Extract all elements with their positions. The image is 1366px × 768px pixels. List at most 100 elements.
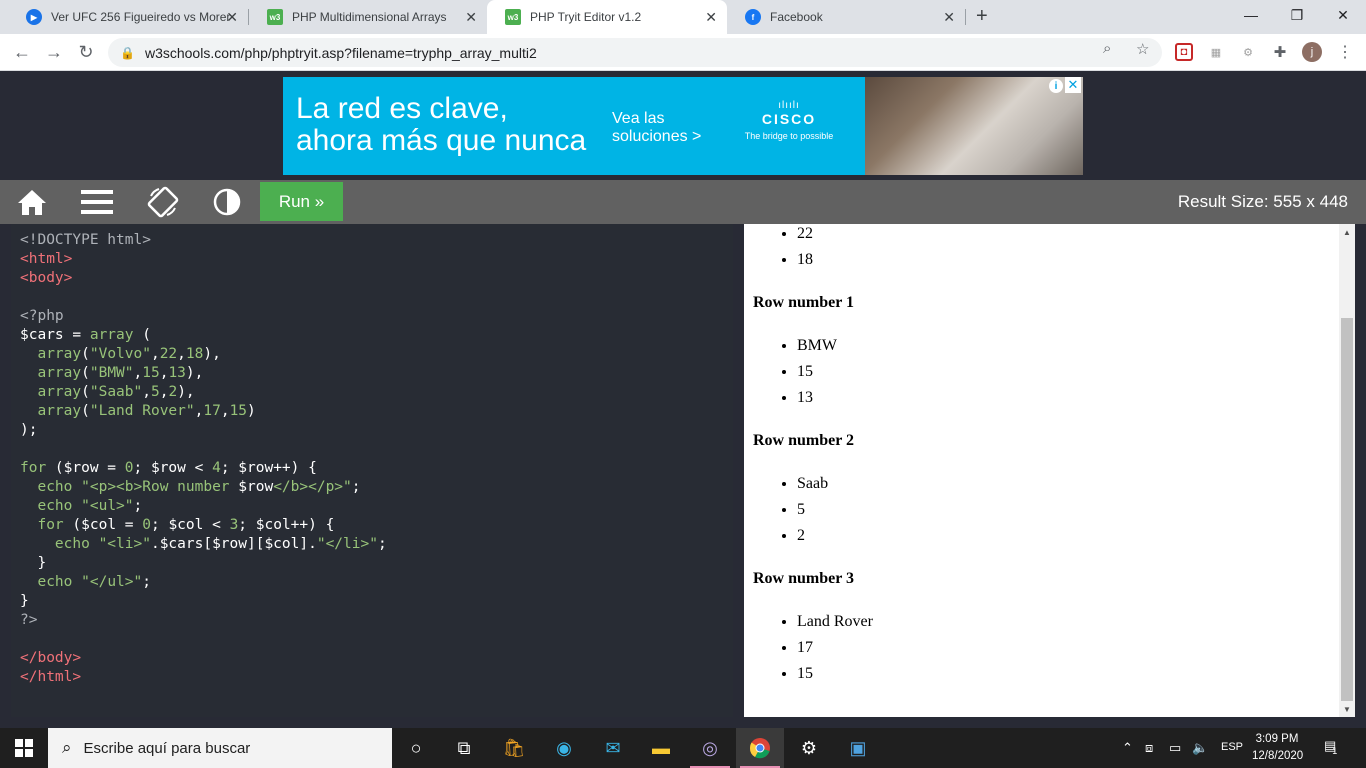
result-x: x	[1306, 192, 1315, 211]
clock-time: 3:09 PM	[1255, 733, 1299, 745]
ad-cta-line: Vea las	[612, 110, 665, 127]
close-window-button[interactable]: ✕	[1320, 0, 1366, 30]
code-line: echo "<ul>";	[37, 498, 143, 514]
volume-icon[interactable]: 🔈	[1192, 740, 1208, 756]
close-icon[interactable]: ✕	[943, 9, 955, 26]
ad-photo	[865, 77, 1083, 175]
play-icon: ▶	[26, 9, 42, 25]
ad-info-icon[interactable]: i	[1049, 79, 1063, 93]
tab-ufc[interactable]: ▶ Ver UFC 256 Figueiredo vs Moreno ✕	[8, 0, 248, 34]
gear-extension-icon[interactable]: ⚙	[1239, 43, 1257, 61]
code-editor[interactable]: <!DOCTYPE html> <html> <body> <?php $car…	[11, 224, 733, 717]
address-bar[interactable]: 🔒 w3schools.com/php/phptryit.asp?filenam…	[108, 38, 1162, 67]
forward-arrow-icon[interactable]: →	[42, 40, 66, 64]
edge-icon[interactable]: ◉	[540, 728, 588, 768]
photos-icon[interactable]: ▣	[834, 728, 882, 768]
tab-title: PHP Tryit Editor v1.2	[530, 10, 642, 24]
back-arrow-icon[interactable]: ←	[10, 40, 34, 64]
tab-bar: ▶ Ver UFC 256 Figueiredo vs Moreno ✕ w3 …	[0, 0, 1366, 34]
code-line: );	[20, 422, 38, 438]
list-item: 13	[797, 385, 1355, 411]
extension-icon[interactable]: ▦	[1207, 43, 1225, 61]
settings-gear-icon[interactable]: ⚙	[785, 728, 833, 768]
close-icon[interactable]: ✕	[705, 9, 717, 26]
folder-icon[interactable]: ▬	[637, 728, 685, 768]
list-item: BMW	[797, 333, 1355, 359]
tab-facebook[interactable]: f Facebook ✕	[727, 0, 965, 34]
page-content: La red es clave, ahora más que nunca Vea…	[0, 71, 1366, 728]
tab-separator	[965, 9, 966, 25]
chrome-icon[interactable]	[736, 728, 784, 768]
code-line: echo "<li>".$cars[$row][$col]."</li>";	[54, 536, 387, 552]
chevron-up-icon[interactable]: ⌃	[1122, 740, 1133, 756]
result-size-label: Result Size:	[1177, 192, 1269, 211]
close-icon[interactable]: ✕	[465, 9, 477, 26]
code-line: }	[20, 555, 47, 571]
cortana-icon[interactable]: ○	[392, 728, 440, 768]
result-list: BMW 15 13	[797, 333, 1355, 411]
code-line: }	[20, 593, 29, 609]
code-line: ?>	[20, 612, 38, 628]
result-scrollbar[interactable]: ▲ ▼	[1339, 224, 1355, 717]
zoom-icon[interactable]: ⌕	[1103, 40, 1111, 57]
result-size: Result Size: 555 x 448	[1178, 192, 1348, 212]
home-icon[interactable]	[10, 180, 54, 224]
result-list: Saab 5 2	[797, 471, 1355, 549]
list-item: 5	[797, 497, 1355, 523]
url-text: w3schools.com/php/phptryit.asp?filename=…	[144, 44, 537, 61]
result-height: 448	[1319, 192, 1348, 211]
app-icon[interactable]: ◎	[686, 728, 734, 768]
tab-php-arrays[interactable]: w3 PHP Multidimensional Arrays ✕	[249, 0, 487, 34]
star-icon[interactable]: ☆	[1136, 40, 1149, 58]
ad-cta-line: soluciones >	[612, 128, 702, 145]
ad-headline: La red es clave, ahora más que nunca	[296, 93, 586, 157]
puzzle-icon[interactable]: ✚	[1271, 43, 1289, 61]
rotate-layout-icon[interactable]	[141, 180, 185, 224]
cisco-brand: CISCO	[761, 111, 817, 127]
scrollbar-thumb[interactable]	[1341, 318, 1353, 701]
clock[interactable]: 3:09 PM 12/8/2020	[1252, 731, 1303, 765]
ad-cta[interactable]: Vea las soluciones >	[612, 110, 701, 146]
scroll-down-icon[interactable]: ▼	[1339, 701, 1355, 717]
code-line: array("BMW",15,13),	[37, 365, 204, 381]
code-line: <?php	[20, 308, 64, 324]
minimize-button[interactable]: —	[1228, 0, 1274, 30]
shield-extension-icon[interactable]: ◘	[1175, 43, 1193, 61]
network-icon[interactable]: ⧈	[1145, 740, 1153, 756]
menu-dots-icon[interactable]: ⋮	[1336, 43, 1354, 61]
store-icon[interactable]: 🛍	[490, 728, 538, 768]
cisco-logo: ılıılı CISCO The bridge to possible	[729, 101, 849, 142]
result-frame[interactable]: 22 18 Row number 1 BMW 15 13 Row number …	[744, 224, 1355, 717]
windows-start-icon[interactable]	[0, 728, 48, 768]
result-width: 555	[1273, 192, 1302, 211]
task-view-icon[interactable]: ⧉	[440, 728, 488, 768]
close-icon[interactable]: ✕	[226, 9, 238, 26]
run-button[interactable]: Run »	[260, 182, 343, 221]
browser-toolbar: ← → ↻ 🔒 w3schools.com/php/phptryit.asp?f…	[0, 34, 1366, 71]
avatar[interactable]: j	[1302, 42, 1322, 62]
code-line: array("Saab",5,2),	[37, 384, 195, 400]
code-line: $cars = array (	[20, 327, 151, 343]
maximize-button[interactable]: ❐	[1274, 0, 1320, 30]
notification-center-icon[interactable]: ▤1	[1324, 738, 1341, 756]
mail-icon[interactable]: ✉	[589, 728, 637, 768]
row-heading: Row number 1	[753, 294, 855, 311]
language-indicator[interactable]: ESP	[1221, 741, 1243, 753]
ad-banner[interactable]: La red es clave, ahora más que nunca Vea…	[283, 77, 1083, 175]
battery-icon[interactable]: ▭	[1169, 740, 1181, 756]
contrast-icon[interactable]	[205, 180, 249, 224]
menu-icon[interactable]	[75, 180, 119, 224]
tab-title: Ver UFC 256 Figueiredo vs Moreno	[51, 10, 231, 24]
scroll-up-icon[interactable]: ▲	[1339, 224, 1355, 240]
ad-headline-line: La red es clave,	[296, 92, 508, 125]
lock-icon: 🔒	[120, 45, 135, 60]
tab-title: PHP Multidimensional Arrays	[292, 10, 447, 24]
taskbar-search[interactable]: ⌕ Escribe aquí para buscar	[48, 728, 392, 768]
ad-close-icon[interactable]: ✕	[1065, 77, 1081, 93]
code-line: <!DOCTYPE html>	[20, 232, 151, 248]
row-heading: Row number 3	[753, 570, 855, 587]
code-line: <body>	[20, 270, 73, 286]
new-tab-button[interactable]: +	[976, 5, 988, 28]
reload-icon[interactable]: ↻	[74, 40, 98, 64]
tab-tryit-editor[interactable]: w3 PHP Tryit Editor v1.2 ✕	[487, 0, 727, 34]
